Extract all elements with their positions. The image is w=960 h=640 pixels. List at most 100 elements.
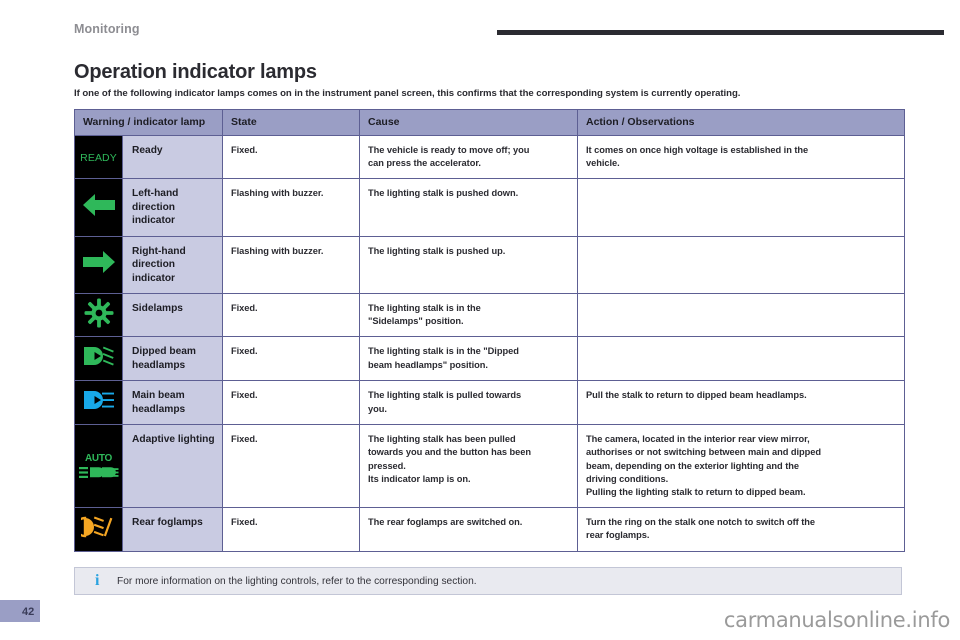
lamp-cause-cell: The lighting stalk is in the"Sidelamps" … — [360, 294, 578, 337]
lamp-action-cell: It comes on once high voltage is establi… — [578, 136, 905, 179]
action-line: Pull the stalk to return to dipped beam … — [586, 389, 896, 402]
cause-line: The lighting stalk is pushed up. — [368, 245, 569, 258]
table-body: READYReadyFixed.The vehicle is ready to … — [75, 136, 905, 552]
lamp-action-cell — [578, 179, 905, 236]
sidelamp-starburst-icon — [84, 298, 114, 328]
rear-foglamp-icon — [81, 515, 117, 539]
lamp-name-cell: Main beam headlamps — [123, 381, 223, 425]
lamp-name-cell: Adaptive lighting — [123, 425, 223, 508]
dipped-beam-icon — [81, 345, 117, 367]
page-subtitle: If one of the following indicator lamps … — [74, 88, 904, 99]
lamp-state-cell: Fixed. — [223, 425, 360, 508]
action-line: rear foglamps. — [586, 529, 896, 542]
column-header-state: State — [223, 110, 360, 136]
table-row: Rear foglampsFixed. The rear foglamps are… — [75, 508, 905, 551]
lamp-name-cell: Ready — [123, 136, 223, 179]
cause-line: The lighting stalk is in the "Dipped — [368, 345, 569, 358]
lamp-cause-cell: The lighting stalk has been pulledtoward… — [360, 425, 578, 508]
lamp-cause-cell: The lighting stalk is pushed up. — [360, 236, 578, 293]
lamp-state-cell: Fixed. — [223, 294, 360, 337]
lamp-name-cell: Left-hand direction indicator — [123, 179, 223, 236]
table-row: Main beam headlampsFixed.The lighting st… — [75, 381, 905, 425]
action-line: driving conditions. — [586, 473, 896, 486]
indicator-lamp-table: Warning / indicator lamp State Cause Act… — [74, 109, 905, 552]
cause-line: beam headlamps" position. — [368, 359, 569, 372]
action-line: The camera, located in the interior rear… — [586, 433, 896, 446]
lamp-name-cell: Sidelamps — [123, 294, 223, 337]
lamp-state-cell: Flashing with buzzer. — [223, 236, 360, 293]
cause-line: The lighting stalk is pushed down. — [368, 187, 569, 200]
lamp-icon-cell — [75, 236, 123, 293]
lamp-state-cell: Flashing with buzzer. — [223, 179, 360, 236]
lamp-icon-cell — [75, 381, 123, 425]
cause-line: The lighting stalk is in the — [368, 302, 569, 315]
lamp-cause-cell: The rear foglamps are switched on. — [360, 508, 578, 551]
action-line — [586, 345, 896, 358]
cause-line: The lighting stalk is pulled towards — [368, 389, 569, 402]
lamp-name-cell: Dipped beam headlamps — [123, 337, 223, 381]
cause-line: The vehicle is ready to move off; you — [368, 144, 569, 157]
main-beam-icon — [81, 389, 117, 411]
lamp-icon-cell — [75, 179, 123, 236]
table-row: Right-hand direction indicatorFlashing w… — [75, 236, 905, 293]
table-row: Dipped beam headlampsFixed.The lighting … — [75, 337, 905, 381]
lamp-state-cell: Fixed. — [223, 508, 360, 551]
manual-page: Monitoring Operation indicator lamps If … — [0, 0, 960, 640]
cause-line: Its indicator lamp is on. — [368, 473, 569, 486]
action-line — [586, 245, 896, 258]
action-line: Turn the ring on the stalk one notch to … — [586, 516, 896, 529]
lamp-action-cell: Turn the ring on the stalk one notch to … — [578, 508, 905, 551]
lamp-name-cell: Right-hand direction indicator — [123, 236, 223, 293]
lamp-state-cell: Fixed. — [223, 337, 360, 381]
info-icon: i — [95, 573, 99, 589]
lamp-name-cell: Rear foglamps — [123, 508, 223, 551]
page-number: 42 — [22, 606, 34, 618]
table-row: Left-hand direction indicatorFlashing wi… — [75, 179, 905, 236]
cause-line: towards you and the button has been — [368, 446, 569, 459]
info-note-text: For more information on the lighting con… — [117, 576, 477, 587]
table-row: AUTOAdaptive lightingFixed.The lighting … — [75, 425, 905, 508]
lamp-action-cell — [578, 337, 905, 381]
cause-line: The lighting stalk has been pulled — [368, 433, 569, 446]
left-arrow-icon — [82, 192, 116, 218]
lamp-icon-cell: AUTO — [75, 425, 123, 508]
table-header-row: Warning / indicator lamp State Cause Act… — [75, 110, 905, 136]
lamp-action-cell: Pull the stalk to return to dipped beam … — [578, 381, 905, 425]
column-header-lamp: Warning / indicator lamp — [75, 110, 223, 136]
lamp-cause-cell: The lighting stalk is in the "Dippedbeam… — [360, 337, 578, 381]
action-line: It comes on once high voltage is establi… — [586, 144, 896, 157]
table-row: SidelampsFixed.The lighting stalk is in … — [75, 294, 905, 337]
cause-line: can press the accelerator. — [368, 157, 569, 170]
action-line — [586, 187, 896, 200]
column-header-cause: Cause — [360, 110, 578, 136]
action-line: Pulling the lighting stalk to return to … — [586, 486, 896, 499]
lamp-cause-cell: The lighting stalk is pulled towardsyou. — [360, 381, 578, 425]
lamp-action-cell: The camera, located in the interior rear… — [578, 425, 905, 508]
action-line: authorises or not switching between main… — [586, 446, 896, 459]
ready-badge-icon: READY — [80, 152, 117, 164]
running-head: Monitoring — [74, 22, 140, 36]
watermark: carmanualsonline.info — [724, 608, 950, 632]
lamp-state-cell: Fixed. — [223, 381, 360, 425]
action-line: beam, depending on the exterior lighting… — [586, 460, 896, 473]
cause-line: The rear foglamps are switched on. — [368, 516, 569, 529]
column-header-action: Action / Observations — [578, 110, 905, 136]
lamp-icon-cell — [75, 294, 123, 337]
cause-line: "Sidelamps" position. — [368, 315, 569, 328]
table-row: READYReadyFixed.The vehicle is ready to … — [75, 136, 905, 179]
right-arrow-icon — [82, 249, 116, 275]
lamp-cause-cell: The lighting stalk is pushed down. — [360, 179, 578, 236]
lamp-state-cell: Fixed. — [223, 136, 360, 179]
lamp-icon-cell — [75, 337, 123, 381]
page-title: Operation indicator lamps — [74, 61, 317, 84]
lamp-icon-cell: READY — [75, 136, 123, 179]
lamp-action-cell — [578, 294, 905, 337]
info-note: i For more information on the lighting c… — [74, 567, 902, 595]
header-rule — [497, 30, 944, 35]
lamp-cause-cell: The vehicle is ready to move off; youcan… — [360, 136, 578, 179]
lamp-action-cell — [578, 236, 905, 293]
cause-line: you. — [368, 403, 569, 416]
adaptive-lighting-auto-icon: AUTO — [79, 453, 119, 482]
action-line — [586, 302, 896, 315]
cause-line: pressed. — [368, 460, 569, 473]
